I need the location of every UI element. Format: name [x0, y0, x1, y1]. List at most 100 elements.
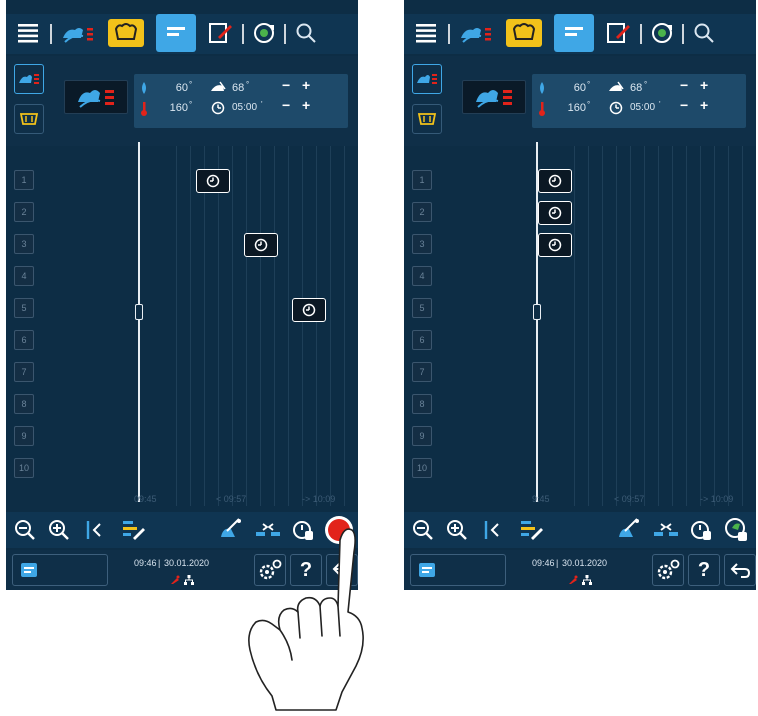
status-separator: |: [158, 558, 161, 568]
time-label-end: -> 10:09: [302, 494, 336, 504]
scheduled-timer-shelf-2[interactable]: [538, 201, 572, 225]
timer-icon: [609, 101, 623, 118]
settings-icon[interactable]: [652, 554, 684, 586]
parameter-panel: 60 ° 160 ° 68 ° 05:00 ' − + − +: [532, 74, 746, 128]
time-minus-button[interactable]: −: [680, 97, 688, 113]
shelf-1[interactable]: 1: [14, 170, 34, 190]
time-label-start: 09:45: [134, 494, 157, 504]
shelf-4[interactable]: 4: [412, 266, 432, 286]
cooking-mode-button[interactable]: [64, 80, 128, 114]
jump-to-now-icon[interactable]: [478, 514, 508, 546]
timer-touch-icon[interactable]: [686, 514, 716, 546]
scheduled-timer-shelf-1[interactable]: [538, 169, 572, 193]
shelf-3[interactable]: 3: [412, 234, 432, 254]
shelf-9[interactable]: 9: [412, 426, 432, 446]
scheduled-timer-shelf-5[interactable]: [292, 298, 326, 322]
core-temp-plus-button[interactable]: +: [700, 77, 708, 93]
jump-to-now-icon[interactable]: [80, 514, 110, 546]
edit-plan-icon[interactable]: [118, 514, 148, 546]
search-icon[interactable]: [290, 14, 322, 52]
planner-icon[interactable]: [154, 14, 198, 52]
core-temp-value: 68: [232, 82, 245, 94]
basket-filter-button[interactable]: [14, 104, 44, 134]
basket-filter-button[interactable]: [412, 104, 442, 134]
service-icon: [170, 572, 180, 590]
intelligent-icon[interactable]: [646, 14, 678, 52]
cleaning-icon[interactable]: [610, 514, 644, 546]
time-plus-button[interactable]: +: [302, 97, 310, 113]
zoom-in-icon[interactable]: [442, 514, 472, 546]
help-icon[interactable]: ?: [688, 554, 720, 586]
top-toolbar: [6, 14, 358, 54]
shelf-3[interactable]: 3: [14, 234, 34, 254]
shelf-10[interactable]: 10: [14, 458, 34, 478]
shelf-4[interactable]: 4: [14, 266, 34, 286]
shelf-9[interactable]: 9: [14, 426, 34, 446]
shelf-2[interactable]: 2: [412, 202, 432, 222]
core-probe-icon: [210, 81, 226, 96]
core-temp-value: 68: [630, 82, 643, 94]
cooking-paths-filter-button[interactable]: [14, 64, 44, 94]
core-probe-icon: [608, 81, 624, 96]
time-minus-button[interactable]: −: [282, 97, 290, 113]
parameter-panel: 60 ° 160 ° 68 ° 05:00 ' − + − +: [134, 74, 348, 128]
cooking-paths-icon[interactable]: [454, 14, 498, 52]
time-value: 05:00: [630, 102, 656, 113]
shelf-5[interactable]: 5: [412, 298, 432, 318]
oven-screen-right: 60 ° 160 ° 68 ° 05:00 ' − + − + 1 2 3 4 …: [404, 0, 756, 590]
shelf-7[interactable]: 7: [14, 362, 34, 382]
menu-icon[interactable]: [408, 14, 444, 52]
timeline-drag-handle[interactable]: [135, 304, 143, 320]
status-separator: |: [556, 558, 559, 568]
intelligent-icon[interactable]: [248, 14, 280, 52]
shelf-7[interactable]: 7: [412, 362, 432, 382]
shelf-2[interactable]: 2: [14, 202, 34, 222]
shelf-5[interactable]: 5: [14, 298, 34, 318]
bottom-toolbar: [404, 512, 756, 548]
planner-shortcut-button[interactable]: [12, 554, 108, 586]
menu-icon[interactable]: [10, 14, 46, 52]
scheduled-timer-shelf-3[interactable]: [244, 233, 278, 257]
compress-plan-icon[interactable]: [650, 514, 682, 546]
shelf-8[interactable]: 8: [14, 394, 34, 414]
temperature-icon: [538, 102, 546, 119]
edit-icon[interactable]: [204, 14, 238, 52]
cooking-mode-button[interactable]: [462, 80, 526, 114]
core-temp-unit: °: [644, 80, 648, 89]
cooking-paths-filter-button[interactable]: [412, 64, 442, 94]
shelf-1[interactable]: 1: [412, 170, 432, 190]
humidity-icon: [140, 82, 148, 97]
cooking-paths-icon[interactable]: [56, 14, 100, 52]
planner-icon[interactable]: [552, 14, 596, 52]
core-temp-plus-button[interactable]: +: [302, 77, 310, 93]
time-value: 05:00: [232, 102, 258, 113]
edit-icon[interactable]: [602, 14, 636, 52]
edit-plan-icon[interactable]: [516, 514, 546, 546]
shelf-6[interactable]: 6: [412, 330, 432, 350]
apply-button[interactable]: [720, 514, 754, 546]
zoom-out-icon[interactable]: [10, 514, 40, 546]
back-icon[interactable]: [724, 554, 756, 586]
core-temp-minus-button[interactable]: −: [680, 77, 688, 93]
humidity-value: 60: [573, 82, 586, 94]
planner-shortcut-button[interactable]: [410, 554, 506, 586]
shop-icon[interactable]: [504, 14, 544, 52]
shelf-6[interactable]: 6: [14, 330, 34, 350]
timeline-drag-handle[interactable]: [533, 304, 541, 320]
time-label-mid: < 09:57: [614, 494, 645, 504]
network-icon: [184, 572, 194, 590]
scheduled-timer-shelf-3[interactable]: [538, 233, 572, 257]
shop-icon[interactable]: [106, 14, 146, 52]
time-plus-button[interactable]: +: [700, 97, 708, 113]
search-icon[interactable]: [688, 14, 720, 52]
time-unit: ': [261, 100, 263, 109]
shelf-10[interactable]: 10: [412, 458, 432, 478]
scheduled-timer-shelf-1[interactable]: [196, 169, 230, 193]
humidity-unit: °: [587, 80, 591, 89]
oven-screen-left: 60 ° 160 ° 68 ° 05:00 ' − + − + 1 2 3 4 …: [6, 0, 358, 590]
shelf-8[interactable]: 8: [412, 394, 432, 414]
zoom-in-icon[interactable]: [44, 514, 74, 546]
shelf-timeline: 1 2 3 4 5 6 7 8 9 10: [6, 142, 358, 506]
zoom-out-icon[interactable]: [408, 514, 438, 546]
core-temp-minus-button[interactable]: −: [282, 77, 290, 93]
